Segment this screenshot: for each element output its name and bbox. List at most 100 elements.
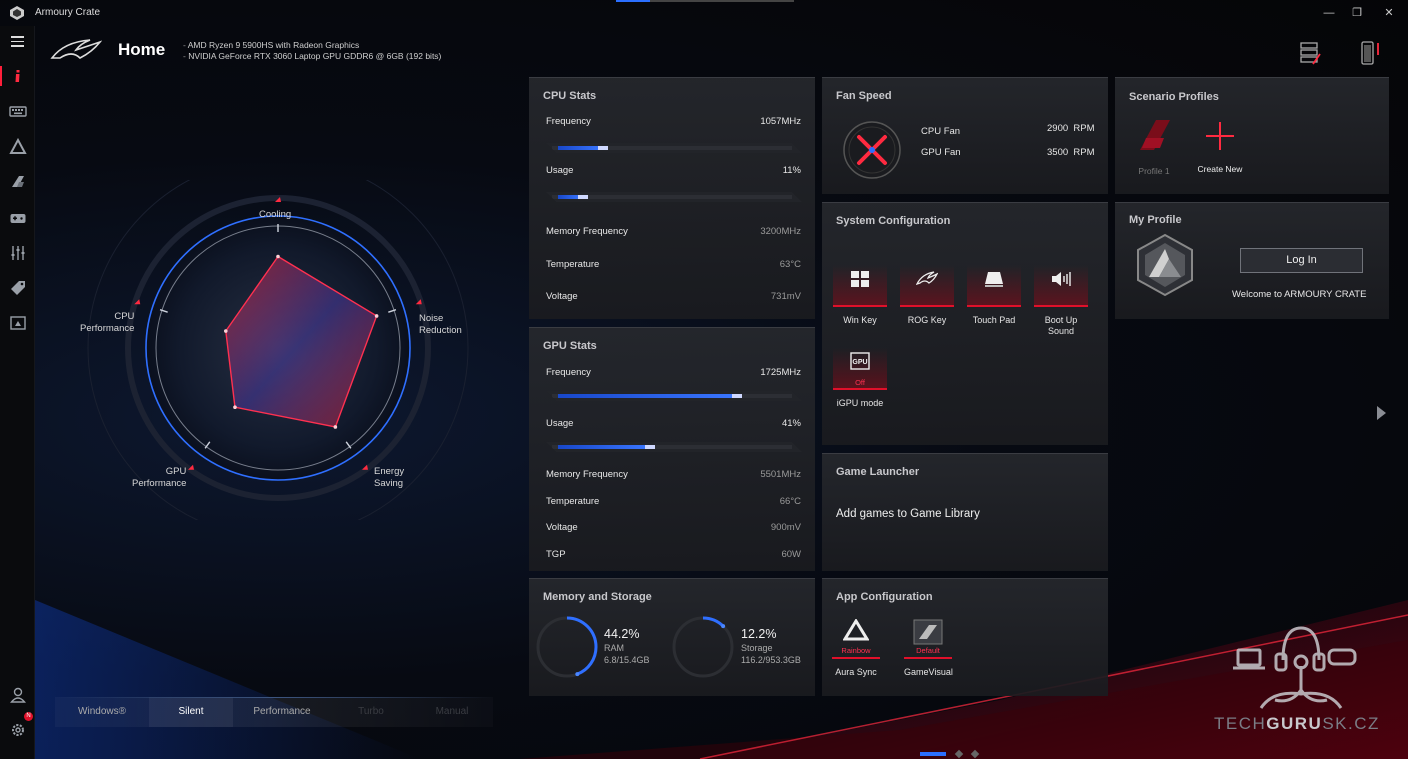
rog-key-tile[interactable]: ROG Key — [900, 265, 954, 326]
touchpad-icon — [985, 272, 1003, 287]
sidebar-item-settings-sliders[interactable] — [0, 238, 35, 268]
cpu-stats-card[interactable]: CPU Stats Frequency 1057MHz Usage 11% Me… — [529, 77, 815, 319]
sidebar-item-armoury[interactable] — [0, 167, 35, 197]
minimize-button[interactable]: — — [1318, 4, 1340, 22]
storage-gauge — [672, 616, 734, 678]
next-page-arrow-icon[interactable] — [1375, 404, 1387, 422]
mode-silent[interactable]: Silent — [149, 697, 233, 727]
create-profile-tile[interactable]: Create New — [1195, 118, 1245, 174]
radar-label-gpu-line1: GPU — [165, 466, 187, 477]
ram-gauge — [536, 616, 598, 678]
touch-pad-tile[interactable]: Touch Pad — [967, 265, 1021, 326]
rog-logo-icon — [10, 6, 24, 20]
cpu-frequency-value: 1057MHz — [760, 116, 801, 127]
sidebar-item-user[interactable] — [0, 680, 35, 710]
page-indicator — [920, 749, 980, 759]
notification-badge: N — [24, 712, 33, 721]
performance-radar: Cooling Noise Reduction Energy Saving GP… — [60, 157, 500, 539]
cpu-fan-unit: RPM — [1073, 123, 1095, 134]
cpu-usage-row: Usage 11% — [546, 165, 801, 176]
system-config-title: System Configuration — [836, 215, 951, 227]
game-launcher-title: Game Launcher — [836, 466, 920, 478]
watermark-text: TECHGURUSK.CZ — [1214, 714, 1380, 734]
cpu-voltage-row: Voltage 731mV — [546, 291, 801, 302]
win-key-tile[interactable]: Win Key — [833, 265, 887, 326]
close-button[interactable]: ✕ — [1378, 4, 1400, 22]
mode-turbo[interactable]: Turbo — [331, 697, 411, 727]
avatar — [1137, 233, 1193, 297]
boot-sound-tile[interactable]: Boot Up Sound — [1034, 265, 1088, 337]
title-bar: Armoury Crate — ❐ ✕ — [0, 0, 1408, 26]
cpu-frequency-bar — [546, 143, 802, 153]
win-key-label: Win Key — [843, 315, 877, 325]
scenario-profiles-title: Scenario Profiles — [1129, 91, 1219, 103]
profile-1-label: Profile 1 — [1138, 166, 1170, 176]
radar-label-energy-line1: Energy — [374, 466, 405, 477]
radar-label-energy-line2: Saving — [374, 478, 404, 489]
radar-label-energy: Energy Saving — [374, 466, 404, 490]
cpu-usage-label: Usage — [546, 165, 574, 176]
tag-icon — [10, 281, 25, 295]
gpu-chip-icon: GPU — [850, 352, 870, 370]
radar-label-noise: Noise Reduction — [419, 313, 462, 337]
page-dot[interactable] — [954, 749, 964, 759]
sidebar-item-game[interactable] — [0, 203, 35, 233]
sidebar-item-aura[interactable] — [0, 132, 35, 162]
gamevisual-tile[interactable]: Default GameVisual — [904, 615, 953, 677]
gpu-tgp-row: TGP 60W — [546, 549, 801, 560]
ram-info: 44.2% RAM 6.8/15.4GB — [604, 626, 650, 666]
radar-vertex — [223, 329, 228, 333]
gamevisual-label: GameVisual — [904, 667, 953, 677]
mode-performance[interactable]: Performance — [233, 697, 331, 727]
gpu-frequency-fill — [558, 394, 742, 398]
gpu-voltage-label: Voltage — [546, 522, 578, 533]
menu-icon[interactable] — [11, 36, 24, 47]
gpu-stats-card[interactable]: GPU Stats Frequency 1725MHz Usage 41% Me… — [529, 327, 815, 571]
page-dot[interactable] — [970, 749, 980, 759]
layout-icon[interactable] — [1299, 40, 1323, 66]
cpu-memfreq-row: Memory Frequency 3200MHz — [546, 226, 801, 237]
cpu-usage-bar — [546, 192, 802, 202]
windows-icon — [851, 271, 869, 287]
fan-speed-card[interactable]: Fan Speed CPU Fan 2900 RPM GPU Fan 3500 … — [822, 77, 1108, 194]
device-battery-icon[interactable] — [1358, 40, 1382, 66]
sidebar-item-home[interactable] — [0, 61, 35, 91]
cpu-voltage-value: 731mV — [770, 291, 801, 302]
radar-label-cpu-line2: Performance — [80, 323, 135, 334]
system-config-card: System Configuration Win Key ROG Key Tou… — [822, 202, 1108, 445]
add-games-link[interactable]: Add games to Game Library — [836, 508, 980, 520]
sidebar-item-device[interactable] — [0, 96, 35, 126]
radar-vertex — [276, 254, 280, 259]
gpu-fan-rpm: 3500 — [1047, 147, 1069, 158]
maximize-button[interactable]: ❐ — [1346, 4, 1368, 22]
mode-manual[interactable]: Manual — [411, 697, 493, 727]
armor-icon — [11, 176, 24, 187]
gpu-voltage-value: 900mV — [770, 522, 801, 533]
watermark-pre: TECH — [1214, 714, 1267, 733]
profile-1-tile[interactable]: Profile 1 — [1131, 116, 1177, 176]
sound-icon — [1052, 272, 1071, 286]
game-launcher-card[interactable]: Game Launcher Add games to Game Library — [822, 453, 1108, 571]
keyboard-icon — [8, 106, 27, 117]
igpu-mode-tile[interactable]: GPU Off iGPU mode — [833, 348, 887, 409]
gpu-frequency-bar — [546, 391, 802, 401]
fan-speed-title: Fan Speed — [836, 90, 892, 102]
media-icon — [9, 316, 26, 330]
radar-vertex — [374, 314, 379, 318]
sliders-icon — [11, 246, 24, 260]
cpu-frequency-fill — [558, 146, 608, 150]
memory-storage-card[interactable]: Memory and Storage 44.2% RAM 6.8/15.4GB … — [529, 578, 815, 696]
sidebar-item-media[interactable] — [0, 308, 35, 338]
cpu-temp-value: 63°C — [779, 259, 801, 270]
mode-windows[interactable]: Windows® — [55, 697, 149, 727]
cpu-usage-fill — [558, 195, 588, 199]
aura-sync-state: Rainbow — [841, 646, 871, 655]
page-dot-active[interactable] — [920, 752, 946, 756]
aura-sync-icon — [843, 619, 869, 641]
aura-sync-tile[interactable]: Rainbow Aura Sync — [832, 615, 880, 677]
sidebar-item-deals[interactable] — [0, 273, 35, 303]
login-button[interactable]: Log In — [1240, 248, 1363, 273]
radar-vertex — [333, 425, 338, 429]
gpu-usage-row: Usage 41% — [546, 418, 801, 429]
storage-info: 12.2% Storage 116.2/953.3GB — [741, 626, 801, 666]
